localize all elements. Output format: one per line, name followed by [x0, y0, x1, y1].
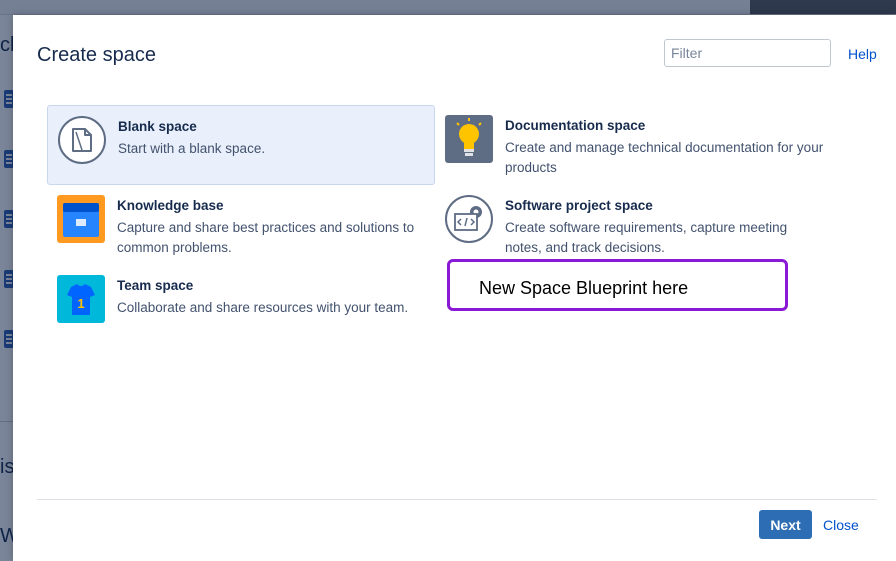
help-link[interactable]: Help [848, 46, 877, 62]
close-link[interactable]: Close [823, 517, 859, 533]
template-description: Capture and share best practices and sol… [117, 220, 415, 255]
knowledge-folder-icon [57, 195, 105, 243]
lightbulb-icon [445, 115, 493, 163]
template-description: Collaborate and share resources with you… [117, 300, 409, 315]
next-button[interactable]: Next [759, 510, 812, 539]
template-blank-space[interactable]: Blank space Start with a blank space. [47, 105, 435, 185]
template-software-project-space[interactable]: Software project space Create software r… [435, 185, 845, 265]
template-documentation-space[interactable]: Documentation space Create and manage te… [435, 105, 845, 185]
template-name: Team space [117, 278, 194, 293]
create-space-dialog: Create space Help Blank space Start with… [13, 15, 896, 561]
svg-text:1: 1 [77, 296, 84, 311]
annotation-text: New Space Blueprint here [479, 278, 689, 298]
template-team-space[interactable]: 1 Team space Collaborate and share resou… [47, 265, 435, 345]
code-gear-icon [445, 195, 493, 243]
template-name: Software project space [505, 198, 653, 213]
dialog-title: Create space [37, 44, 156, 66]
template-name: Blank space [118, 119, 197, 134]
team-jersey-icon: 1 [57, 275, 105, 323]
footer-divider [37, 499, 877, 500]
template-name: Documentation space [505, 118, 646, 133]
template-knowledge-base[interactable]: Knowledge base Capture and share best pr… [47, 185, 435, 265]
template-description: Start with a blank space. [118, 141, 266, 156]
annotation-box: New Space Blueprint here [447, 259, 788, 311]
template-description: Create and manage technical documentatio… [505, 140, 824, 175]
filter-input[interactable] [664, 39, 831, 67]
template-name: Knowledge base [117, 198, 224, 213]
template-description: Create software requirements, capture me… [505, 220, 788, 255]
blank-page-icon [58, 116, 106, 164]
